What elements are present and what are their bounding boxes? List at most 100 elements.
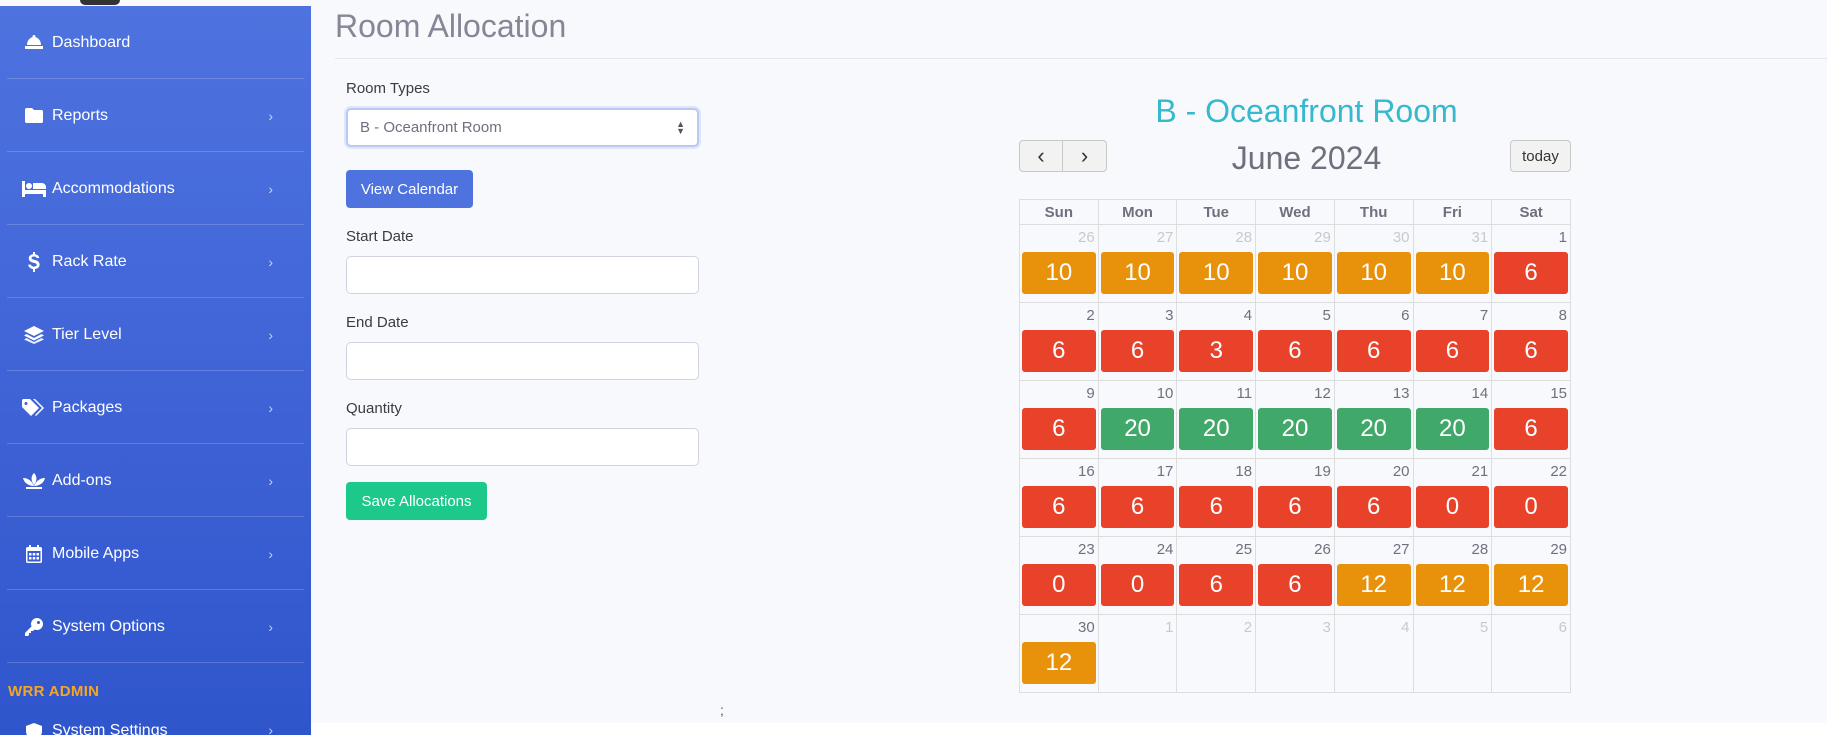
allocation-event[interactable]: 6 <box>1022 330 1096 372</box>
sidebar-item-add-ons[interactable]: Add-ons › <box>0 444 311 517</box>
calendar-day-cell[interactable]: 14 20 <box>1412 380 1493 459</box>
calendar-day-cell[interactable]: 21 0 <box>1412 458 1493 537</box>
allocation-event[interactable]: 20 <box>1100 408 1175 450</box>
allocation-event[interactable]: 10 <box>1415 252 1490 294</box>
allocation-event[interactable]: 10 <box>1100 252 1175 294</box>
next-month-button[interactable]: › <box>1063 140 1107 172</box>
bed-icon <box>22 179 46 199</box>
calendar-day-cell[interactable]: 28 10 <box>1176 224 1257 303</box>
calendar-day-cell[interactable]: 30 12 <box>1019 614 1099 693</box>
start-date-input[interactable] <box>346 256 699 294</box>
calendar-day-cell[interactable]: 56 <box>1255 302 1335 381</box>
calendar-day-cell[interactable]: 4 <box>1333 614 1414 693</box>
sidebar-item-mobile-apps[interactable]: Mobile Apps › <box>0 517 311 590</box>
today-button[interactable]: today <box>1510 140 1571 172</box>
calendar-day-cell[interactable]: 6 <box>1491 614 1571 693</box>
calendar-day-cell[interactable]: 31 10 <box>1412 224 1493 303</box>
allocation-event[interactable]: 12 <box>1336 564 1411 606</box>
calendar-day-cell[interactable]: 96 <box>1019 380 1099 459</box>
end-date-input[interactable] <box>346 342 699 380</box>
allocation-event[interactable]: 12 <box>1494 564 1568 606</box>
allocation-event[interactable]: 10 <box>1022 252 1096 294</box>
sidebar-item-reports[interactable]: Reports › <box>0 79 311 152</box>
allocation-event[interactable]: 0 <box>1022 564 1096 606</box>
allocation-event[interactable]: 6 <box>1258 564 1332 606</box>
calendar-day-cell[interactable]: 26 10 <box>1019 224 1099 303</box>
sidebar-item-dashboard[interactable]: Dashboard <box>0 6 311 79</box>
calendar-day-cell[interactable]: 20 6 <box>1333 458 1414 537</box>
allocation-event[interactable]: 6 <box>1179 564 1254 606</box>
sidebar-item-system-settings[interactable]: System Settings › <box>0 710 311 735</box>
calendar-day-cell[interactable]: 13 20 <box>1333 380 1414 459</box>
allocation-event[interactable]: 6 <box>1494 330 1568 372</box>
sidebar-item-system-options[interactable]: System Options › <box>0 590 311 663</box>
calendar-day-cell[interactable]: 3 <box>1255 614 1335 693</box>
allocation-event[interactable]: 0 <box>1100 564 1175 606</box>
allocation-event[interactable]: 6 <box>1415 330 1490 372</box>
allocation-event[interactable]: 6 <box>1336 330 1411 372</box>
view-calendar-button[interactable]: View Calendar <box>346 170 473 208</box>
calendar-day-cell[interactable]: 26 6 <box>1255 536 1335 615</box>
calendar-day-cell[interactable]: 5 <box>1412 614 1493 693</box>
calendar-day-cell[interactable]: 36 <box>1097 302 1178 381</box>
allocation-event[interactable]: 6 <box>1494 408 1568 450</box>
allocation-event[interactable]: 10 <box>1336 252 1411 294</box>
allocation-event[interactable]: 6 <box>1022 408 1096 450</box>
layers-icon <box>22 325 46 345</box>
allocation-event[interactable]: 6 <box>1100 486 1175 528</box>
calendar-day-cell[interactable]: 26 <box>1019 302 1099 381</box>
allocation-event[interactable]: 12 <box>1022 642 1096 684</box>
allocation-event[interactable]: 0 <box>1494 486 1568 528</box>
allocation-event[interactable]: 6 <box>1336 486 1411 528</box>
calendar-day-cell[interactable]: 29 10 <box>1255 224 1335 303</box>
calendar-day-cell[interactable]: 16 6 <box>1019 458 1099 537</box>
calendar-day-cell[interactable]: 23 0 <box>1019 536 1099 615</box>
allocation-event[interactable]: 6 <box>1100 330 1175 372</box>
calendar-day-cell[interactable]: 43 <box>1176 302 1257 381</box>
calendar-day-cell[interactable]: 16 <box>1491 224 1571 303</box>
footer-strip <box>311 723 1827 735</box>
allocation-event[interactable]: 20 <box>1336 408 1411 450</box>
allocation-event[interactable]: 6 <box>1258 486 1332 528</box>
allocation-event[interactable]: 0 <box>1415 486 1490 528</box>
calendar-day-cell[interactable]: 10 20 <box>1097 380 1178 459</box>
room-types-select[interactable]: B - Oceanfront Room ▲ ▼ <box>346 108 699 147</box>
sidebar-item-tier-level[interactable]: Tier Level › <box>0 298 311 371</box>
calendar-day-cell[interactable]: 19 6 <box>1255 458 1335 537</box>
calendar-day-cell[interactable]: 76 <box>1412 302 1493 381</box>
allocation-event[interactable]: 20 <box>1415 408 1490 450</box>
allocation-event[interactable]: 6 <box>1022 486 1096 528</box>
calendar-day-cell[interactable]: 22 0 <box>1491 458 1571 537</box>
sidebar-item-rack-rate[interactable]: Rack Rate › <box>0 225 311 298</box>
calendar-day-cell[interactable]: 27 12 <box>1333 536 1414 615</box>
calendar-day-cell[interactable]: 12 20 <box>1255 380 1335 459</box>
calendar-day-cell[interactable]: 11 20 <box>1176 380 1257 459</box>
calendar-day-cell[interactable]: 30 10 <box>1333 224 1414 303</box>
calendar-day-cell[interactable]: 18 6 <box>1176 458 1257 537</box>
calendar-day-cell[interactable]: 15 6 <box>1491 380 1571 459</box>
sidebar-item-packages[interactable]: Packages › <box>0 371 311 444</box>
prev-month-button[interactable]: ‹ <box>1019 140 1063 172</box>
calendar-day-cell[interactable]: 66 <box>1333 302 1414 381</box>
calendar-day-cell[interactable]: 17 6 <box>1097 458 1178 537</box>
calendar-day-cell[interactable]: 1 <box>1097 614 1178 693</box>
quantity-input[interactable] <box>346 428 699 466</box>
calendar-day-cell[interactable]: 86 <box>1491 302 1571 381</box>
calendar-day-cell[interactable]: 25 6 <box>1176 536 1257 615</box>
calendar-day-cell[interactable]: 27 10 <box>1097 224 1178 303</box>
allocation-event[interactable]: 10 <box>1258 252 1332 294</box>
calendar-day-cell[interactable]: 2 <box>1176 614 1257 693</box>
calendar-day-cell[interactable]: 29 12 <box>1491 536 1571 615</box>
allocation-event[interactable]: 20 <box>1258 408 1332 450</box>
calendar-day-cell[interactable]: 28 12 <box>1412 536 1493 615</box>
calendar-day-cell[interactable]: 24 0 <box>1097 536 1178 615</box>
allocation-event[interactable]: 20 <box>1179 408 1254 450</box>
sidebar-item-accommodations[interactable]: Accommodations › <box>0 152 311 225</box>
allocation-event[interactable]: 6 <box>1494 252 1568 294</box>
allocation-event[interactable]: 10 <box>1179 252 1254 294</box>
allocation-event[interactable]: 12 <box>1415 564 1490 606</box>
allocation-event[interactable]: 6 <box>1179 486 1254 528</box>
allocation-event[interactable]: 6 <box>1258 330 1332 372</box>
save-allocations-button[interactable]: Save Allocations <box>346 482 487 520</box>
allocation-event[interactable]: 3 <box>1179 330 1254 372</box>
